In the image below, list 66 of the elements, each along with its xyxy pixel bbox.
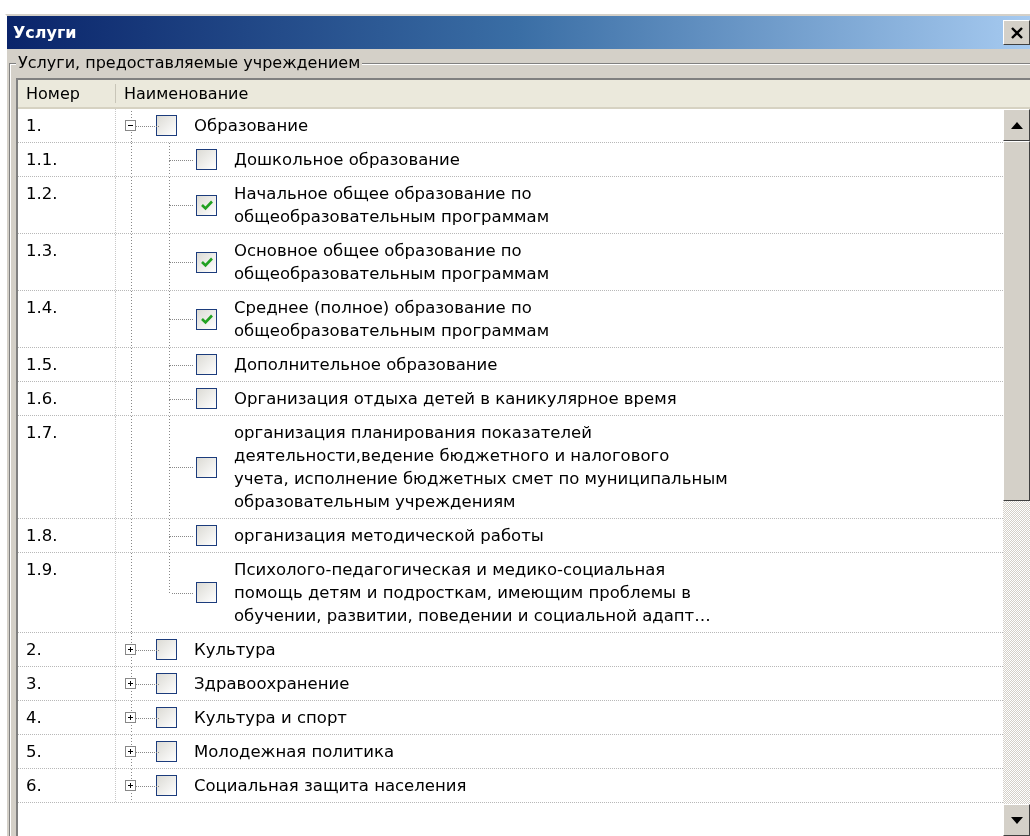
service-name: Культура и спорт (193, 707, 347, 729)
service-name: организация методической работы (233, 525, 544, 547)
row-number: 6. (18, 769, 116, 802)
expander-icon[interactable] (125, 677, 136, 689)
checkbox[interactable] (196, 149, 217, 170)
scroll-thumb[interactable] (1003, 141, 1030, 501)
row-number: 4. (18, 701, 116, 734)
row-number: 1.8. (18, 519, 116, 552)
row-number: 1.3. (18, 234, 116, 290)
checkmark-icon (199, 199, 214, 211)
checkbox[interactable] (196, 456, 217, 478)
window-title: Услуги (12, 23, 77, 42)
service-name: Среднее (полное) образование по общеобразовательным программам (233, 297, 550, 342)
row-number: 1.1. (18, 143, 116, 176)
expander-icon[interactable] (125, 119, 136, 131)
service-name: Культура (193, 639, 276, 661)
service-name: Начальное общее образование по общеобразовательным программам (233, 183, 550, 228)
checkbox[interactable] (196, 525, 217, 546)
checkbox[interactable] (196, 308, 217, 330)
service-name: Дополнительное образование (233, 354, 498, 376)
scroll-up-button[interactable] (1003, 109, 1030, 141)
expander-icon[interactable] (125, 711, 136, 723)
row-number: 1.9. (18, 553, 116, 632)
service-name: Молодежная политика (193, 741, 395, 763)
checkbox[interactable] (156, 741, 177, 762)
checkbox[interactable] (156, 673, 177, 694)
group-label: Услуги, предоставляемые учреждением (16, 53, 363, 73)
close-button[interactable] (1003, 20, 1030, 45)
checkbox[interactable] (196, 388, 217, 409)
checkbox[interactable] (196, 251, 217, 273)
up-arrow-icon (1010, 121, 1023, 129)
checkmark-icon (199, 256, 214, 268)
row-number: 5. (18, 735, 116, 768)
expander-icon[interactable] (125, 643, 136, 655)
row-number: 1.7. (18, 416, 116, 518)
service-name: Здравоохранение (193, 673, 350, 695)
service-name: организация планирования показателей деятельности,ведение бюджетного и налогового учета, исполнение бюджетных смет по муниципальным образовательным учреждениям (233, 422, 728, 513)
column-header[interactable]: Номер (18, 84, 116, 103)
expander-icon[interactable] (125, 745, 136, 757)
row-number: 3. (18, 667, 116, 700)
checkbox[interactable] (196, 194, 217, 216)
close-icon (1009, 25, 1024, 40)
checkbox[interactable] (156, 775, 177, 796)
service-name: Организация отдыха детей в каникулярное время (233, 388, 677, 410)
checkbox[interactable] (196, 354, 217, 375)
service-name: Основное общее образование по общеобразовательным программам (233, 240, 550, 285)
row-number: 1.5. (18, 348, 116, 381)
scrollbar[interactable] (1003, 109, 1030, 836)
service-name: Социальная защита населения (193, 775, 467, 797)
column-header[interactable]: Наименование (116, 84, 249, 103)
row-number: 1. (18, 109, 116, 142)
service-name: Психолого-педагогическая и медико-социальная помощь детям и подросткам, имеющим проблемы в обучении, развитии, поведении и социальной адапт… (233, 559, 711, 627)
checkmark-icon (199, 313, 214, 325)
row-number: 1.2. (18, 177, 116, 233)
checkbox[interactable] (156, 115, 177, 136)
checkbox[interactable] (156, 707, 177, 728)
service-name: Образование (193, 115, 309, 137)
checkbox[interactable] (156, 639, 177, 660)
row-number: 1.6. (18, 382, 116, 415)
service-name: Дошкольное образование (233, 149, 460, 171)
row-number: 2. (18, 633, 116, 666)
row-number: 1.4. (18, 291, 116, 347)
expander-icon[interactable] (125, 779, 136, 791)
scroll-down-button[interactable] (1003, 804, 1030, 836)
down-arrow-icon (1010, 816, 1023, 824)
checkbox[interactable] (196, 582, 217, 603)
